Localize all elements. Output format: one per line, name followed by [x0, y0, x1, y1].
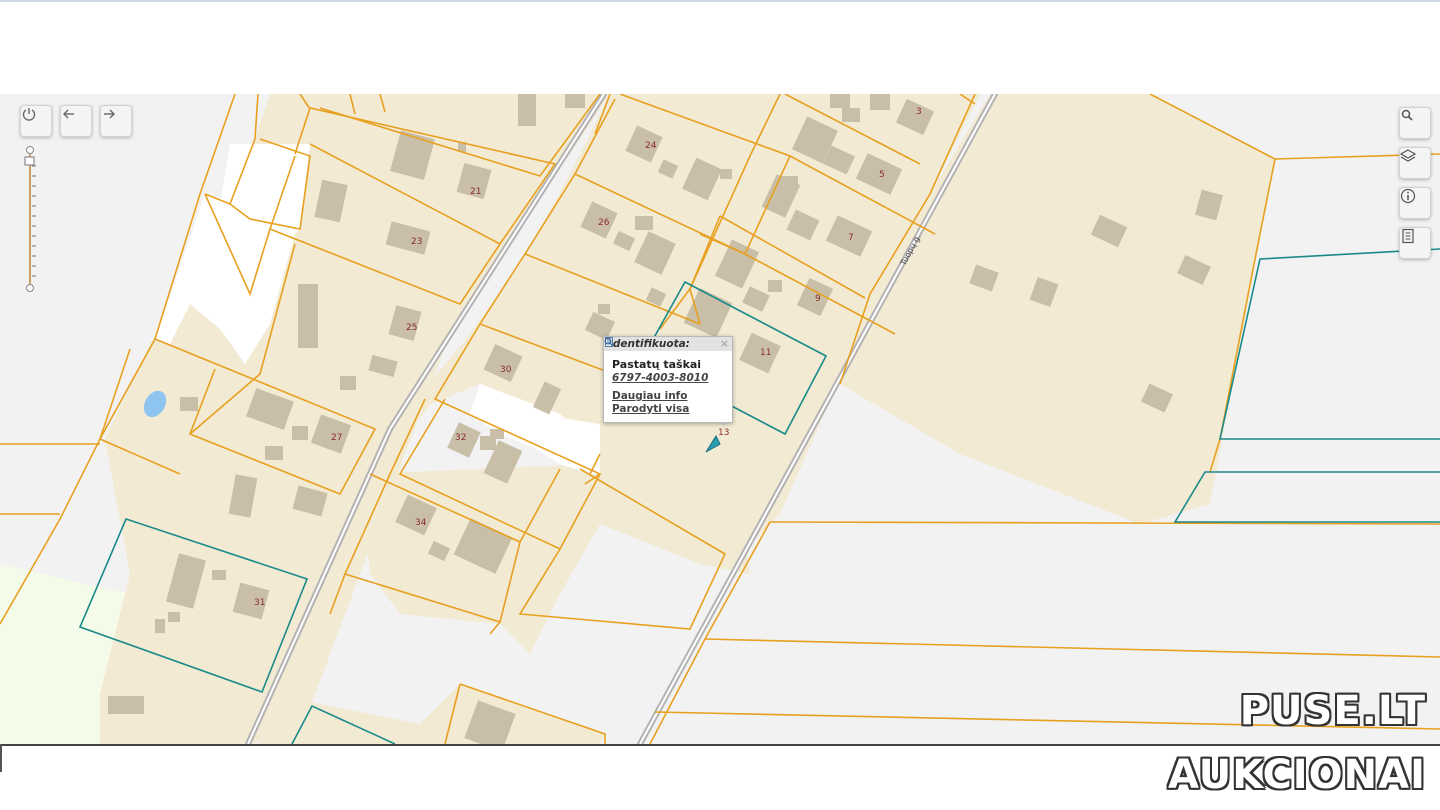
legend-button[interactable] [1399, 227, 1431, 259]
search-button[interactable] [1399, 107, 1431, 139]
zoom-slider[interactable] [24, 146, 38, 292]
house-number-31: 31 [254, 598, 265, 608]
magnifier-small-icon [604, 337, 614, 347]
house-number-24: 24 [645, 141, 657, 151]
arrow-right-icon [104, 109, 115, 119]
layers-icon [1400, 149, 1416, 162]
house-number-3: 3 [916, 107, 922, 117]
more-info-label: Daugiau info [612, 390, 688, 402]
power-icon [22, 108, 36, 121]
top-border [0, 0, 1440, 2]
forward-button[interactable] [100, 105, 132, 137]
popup-object-id[interactable]: 6797-4003-8010 [604, 371, 732, 384]
house-number-32: 32 [455, 433, 466, 443]
house-number-23: 23 [411, 237, 422, 247]
house-number-9: 9 [815, 294, 821, 304]
house-number-30: 30 [500, 365, 512, 375]
popup-title: Identifikuota: [604, 337, 732, 351]
identify-popup: Identifikuota: × Pastatų taškai 6797-400… [603, 336, 733, 423]
info-button[interactable] [1399, 187, 1431, 219]
left-edge-mark [0, 744, 2, 772]
watermark-line-1: PUSE.LT [1239, 688, 1426, 734]
layers-button[interactable] [1399, 147, 1431, 179]
document-icon [1402, 228, 1414, 244]
zoom-scale [24, 146, 36, 292]
popup-layer-name: Pastatų taškai [612, 358, 702, 371]
zoom-handle[interactable] [24, 156, 35, 166]
house-number-11: 11 [760, 348, 771, 358]
popup-close-button[interactable]: × [720, 337, 729, 351]
watermark-line-2: AUKCIONAI [1168, 752, 1426, 798]
house-number-26: 26 [598, 218, 610, 228]
search-icon [1401, 109, 1413, 121]
house-number-25: 25 [406, 323, 417, 333]
arrow-left-icon [63, 109, 74, 119]
back-button[interactable] [60, 105, 92, 137]
house-number-27: 27 [331, 433, 342, 443]
map-viewport[interactable]: 3 5 7 9 11 13 21 23 24 25 26 27 30 31 32… [0, 94, 1440, 746]
info-icon [1400, 188, 1416, 204]
house-number-5: 5 [879, 170, 885, 180]
house-number-21: 21 [470, 187, 481, 197]
house-number-34: 34 [415, 518, 427, 528]
show-all-link[interactable]: Parodyti visa [604, 337, 732, 415]
page: { "map": { "street_label": "Tuopų g.", "… [0, 0, 1440, 810]
house-number-13: 13 [718, 428, 729, 438]
show-all-label: Parodyti visa [612, 403, 690, 415]
more-info-link[interactable]: Daugiau info [604, 337, 732, 402]
power-button[interactable] [20, 105, 52, 137]
house-number-7: 7 [848, 233, 854, 243]
